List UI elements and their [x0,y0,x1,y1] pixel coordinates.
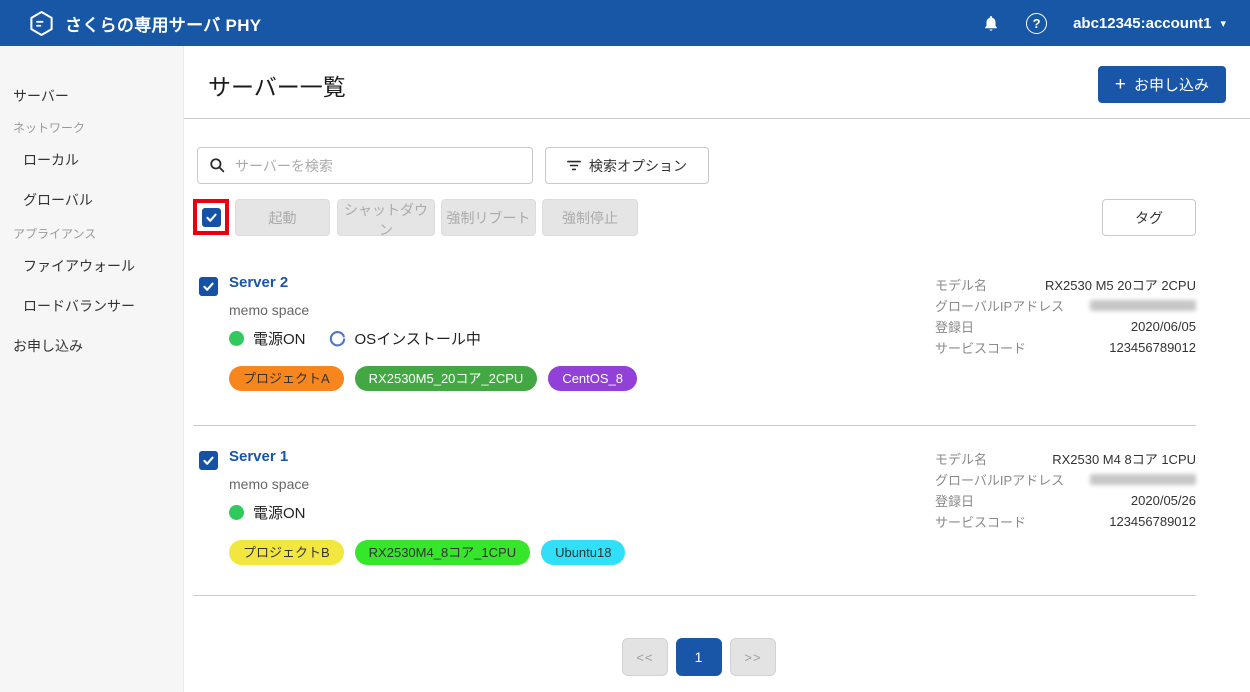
power-on-button[interactable]: 起動 [235,199,330,236]
tag-chip[interactable]: Ubuntu18 [541,540,625,565]
detail-row: モデル名 RX2530 M5 20コア 2CPU [935,274,1196,295]
server-name-link[interactable]: Server 2 [229,274,288,291]
force-stop-button[interactable]: 強制停止 [542,199,638,236]
sidebar-item-signup[interactable]: お申し込み [13,336,83,356]
detail-label: 登録日 [935,491,974,510]
server-checkbox[interactable] [199,451,218,470]
tag-chip[interactable]: RX2530M5_20コア_2CPU [355,366,538,391]
power-on-status-icon [229,331,244,346]
detail-label: グローバルIPアドレス [935,470,1064,489]
tag-button[interactable]: タグ [1102,199,1196,236]
detail-value: 123456789012 [1109,514,1196,529]
server-status-row: 電源ON OSインストール中 [229,326,481,350]
pagination-prev-button[interactable]: << [622,638,668,676]
chevron-down-icon: ▾ [1220,17,1226,30]
server-status-row: 電源ON [229,500,306,524]
detail-label: サービスコード [935,512,1026,531]
detail-row: グローバルIPアドレス [935,295,1196,316]
search-input[interactable] [197,147,533,184]
force-reboot-button[interactable]: 強制リブート [441,199,536,236]
topbar: さくらの専用サーバ PHY ? abc12345:account1 ▾ [0,0,1250,46]
detail-row: グローバルIPアドレス [935,469,1196,490]
server-memo: memo space [229,302,309,318]
shutdown-button[interactable]: シャットダウン [337,199,435,236]
brand-title: さくらの専用サーバ PHY [65,11,261,36]
detail-row: 登録日 2020/05/26 [935,490,1196,511]
brand[interactable]: さくらの専用サーバ PHY [28,10,261,37]
page-title: サーバー一覧 [208,68,346,102]
account-menu[interactable]: abc12345:account1 ▾ [1073,15,1226,32]
pagination-page-1-button[interactable]: 1 [676,638,722,676]
row-divider [193,595,1196,596]
topbar-right: ? abc12345:account1 ▾ [982,13,1226,34]
detail-label: グローバルIPアドレス [935,296,1064,315]
os-install-spinner-icon [328,329,347,348]
main-content: サーバー一覧 + お申し込み 検索オプション 起動 シャットダウン 強制リブート… [184,46,1250,692]
detail-label: 登録日 [935,317,974,336]
global-ip-redacted-value [1090,474,1196,485]
server-tags: プロジェクトA RX2530M5_20コア_2CPU CentOS_8 [229,366,637,391]
help-icon[interactable]: ? [1026,13,1047,34]
search-box [197,147,533,184]
server-tags: プロジェクトB RX2530M4_8コア_1CPU Ubuntu18 [229,540,625,565]
sidebar-item-global[interactable]: グローバル [23,190,93,210]
server-checkbox[interactable] [199,277,218,296]
server-row: Server 2 memo space 電源ON OSインストール中 プロジェク… [184,270,1250,440]
power-on-status-icon [229,505,244,520]
server-memo: memo space [229,476,309,492]
power-status-label: 電源ON [253,502,306,523]
sidebar-item-firewall[interactable]: ファイアウォール [23,256,135,276]
detail-row: 登録日 2020/06/05 [935,316,1196,337]
header-divider [184,118,1250,119]
global-ip-redacted-value [1090,300,1196,311]
detail-value: 123456789012 [1109,340,1196,355]
row-divider [193,425,1196,426]
tag-chip[interactable]: CentOS_8 [548,366,637,391]
account-name: abc12345:account1 [1073,15,1211,32]
tag-chip[interactable]: プロジェクトB [229,540,344,565]
check-icon [202,454,215,467]
detail-value: RX2530 M5 20コア 2CPU [1045,275,1196,294]
server-details: モデル名 RX2530 M5 20コア 2CPU グローバルIPアドレス 登録日… [935,274,1196,358]
pagination: << 1 >> [622,638,776,676]
detail-row: サービスコード 123456789012 [935,337,1196,358]
detail-value: 2020/06/05 [1131,319,1196,334]
search-options-button[interactable]: 検索オプション [545,147,709,184]
server-details: モデル名 RX2530 M4 8コア 1CPU グローバルIPアドレス 登録日 … [935,448,1196,532]
notification-bell-icon[interactable] [982,14,1000,33]
brand-logo-icon [28,10,55,37]
pagination-next-button[interactable]: >> [730,638,776,676]
sidebar: サーバー ネットワーク ローカル グローバル アプライアンス ファイアウォール … [0,46,184,692]
tag-chip[interactable]: RX2530M4_8コア_1CPU [355,540,530,565]
detail-label: モデル名 [935,275,987,294]
filter-icon [567,159,581,172]
sidebar-item-servers[interactable]: サーバー [13,86,69,106]
power-status-label: 電源ON [253,328,306,349]
os-status-label: OSインストール中 [355,328,481,349]
signup-button-label: お申し込み [1134,74,1209,95]
detail-row: モデル名 RX2530 M4 8コア 1CPU [935,448,1196,469]
signup-button[interactable]: + お申し込み [1098,66,1226,103]
detail-label: モデル名 [935,449,987,468]
select-all-checkbox[interactable] [202,208,221,227]
detail-value: RX2530 M4 8コア 1CPU [1052,449,1196,468]
sidebar-section-appliance: アプライアンス [13,225,96,242]
sidebar-item-local[interactable]: ローカル [23,150,79,170]
tag-chip[interactable]: プロジェクトA [229,366,344,391]
check-icon [202,280,215,293]
check-icon [205,211,218,224]
plus-icon: + [1115,75,1126,94]
detail-row: サービスコード 123456789012 [935,511,1196,532]
server-name-link[interactable]: Server 1 [229,448,288,465]
detail-label: サービスコード [935,338,1026,357]
annotation-highlight-red-box [193,199,229,235]
search-options-label: 検索オプション [589,156,687,176]
search-icon [208,156,226,174]
detail-value: 2020/05/26 [1131,493,1196,508]
server-row: Server 1 memo space 電源ON プロジェクトB RX2530M… [184,444,1250,614]
sidebar-section-network: ネットワーク [13,119,85,136]
sidebar-item-loadbalancer[interactable]: ロードバランサー [23,296,135,316]
